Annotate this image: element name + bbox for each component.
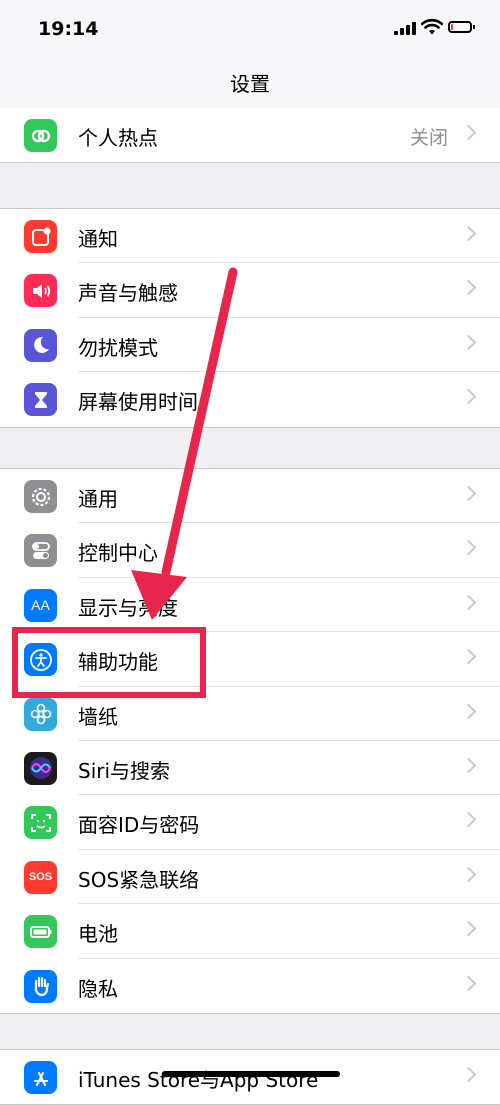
page-title: 设置 <box>230 72 270 96</box>
siri-icon <box>24 751 57 785</box>
settings-row[interactable]: AA 显示与亮度 <box>0 578 500 633</box>
settings-row[interactable]: 隐私 <box>0 959 500 1013</box>
settings-group: 通用控制中心 AA 显示与亮度辅助功能墙纸 Siri与搜索面容ID与密码 SOS SOS紧… <box>0 468 500 1014</box>
settings-row-label: SOS紧急联络 <box>78 867 200 892</box>
chevron-right-icon <box>460 648 477 665</box>
settings-row-label: 屏幕使用时间 <box>78 390 198 415</box>
chevron-right-icon <box>460 540 477 556</box>
settings-row[interactable]: 电池 <box>0 904 500 959</box>
toggles-icon <box>24 534 57 568</box>
settings-row-label: 个人热点 <box>78 126 158 150</box>
settings-group: 通知声音与触感勿扰模式屏幕使用时间 <box>0 208 500 428</box>
notifications-icon <box>24 220 57 253</box>
settings-row[interactable]: 面容ID与密码 <box>0 795 500 850</box>
chevron-right-icon <box>460 485 477 502</box>
settings-row[interactable]: 屏幕使用时间 <box>0 372 500 426</box>
status-time: 19:14 <box>38 18 99 40</box>
settings-row[interactable]: Siri与搜索 <box>0 741 500 796</box>
settings-row-label: 面容ID与密码 <box>78 813 200 838</box>
chevron-right-icon <box>460 280 477 296</box>
icon-glyph: SOS <box>28 871 53 884</box>
settings-row[interactable]: 墙纸 <box>0 687 500 741</box>
accessibility-icon <box>24 643 57 677</box>
settings-row-label: Siri与搜索 <box>78 758 171 783</box>
hand-icon <box>24 969 57 1003</box>
settings-row[interactable]: 通用 <box>0 469 500 524</box>
app-store-icon <box>24 1061 57 1094</box>
chevron-right-icon <box>460 225 477 242</box>
chevron-right-icon <box>460 866 477 883</box>
settings-group: 个人热点 关闭 <box>0 108 500 164</box>
settings-row[interactable]: 辅助功能 <box>0 632 500 687</box>
settings-row-label: 通用 <box>78 487 118 511</box>
settings-row[interactable]: iTunes Store与App Store <box>0 1050 500 1104</box>
hourglass-icon <box>24 383 57 417</box>
settings-row-value: 关闭 <box>409 127 448 149</box>
settings-group: iTunes Store与App Store <box>0 1049 500 1105</box>
moon-icon <box>24 328 57 362</box>
settings-row-label: 墙纸 <box>78 704 118 729</box>
text-size-icon: AA <box>24 588 57 622</box>
settings-row-label: 电池 <box>78 922 118 947</box>
settings-row[interactable]: 声音与触感 <box>0 263 500 318</box>
settings-row-label: 声音与触感 <box>78 281 178 306</box>
sos-icon: SOS <box>24 860 57 894</box>
speaker-icon <box>24 274 57 308</box>
battery-icon <box>24 915 57 949</box>
settings-row[interactable]: 勿扰模式 <box>0 318 500 373</box>
chevron-right-icon <box>460 334 477 351</box>
settings-row[interactable]: SOS SOS紧急联络 <box>0 850 500 905</box>
hotspot-icon <box>24 119 57 152</box>
settings-row-label: 通知 <box>78 227 118 251</box>
chevron-right-icon <box>460 703 477 719</box>
face-id-icon <box>24 806 57 840</box>
settings-row-label: 显示与亮度 <box>78 595 178 620</box>
settings-row-label: 辅助功能 <box>78 650 158 675</box>
settings-row-label: 勿扰模式 <box>78 335 158 360</box>
settings-row-label: iTunes Store与App Store <box>78 1068 319 1092</box>
battery-status-icon <box>448 21 475 33</box>
chevron-right-icon <box>460 757 477 774</box>
chevron-right-icon <box>460 388 477 405</box>
settings-row-label: 控制中心 <box>78 541 158 566</box>
chevron-right-icon <box>460 975 477 991</box>
chevron-right-icon <box>460 124 477 141</box>
settings-row[interactable]: 控制中心 <box>0 523 500 578</box>
cellular-signal-icon <box>394 22 416 35</box>
flower-icon <box>24 697 57 731</box>
status-bar: 19:14 <box>0 0 500 58</box>
settings-row[interactable]: 个人热点 关闭 <box>0 108 500 162</box>
settings-row[interactable]: 通知 <box>0 209 500 264</box>
chevron-right-icon <box>460 920 477 937</box>
chevron-right-icon <box>460 594 477 611</box>
chevron-right-icon <box>460 1066 477 1083</box>
wifi-icon <box>421 18 443 35</box>
home-indicator[interactable] <box>162 1071 340 1077</box>
chevron-right-icon <box>460 812 477 828</box>
gear-icon <box>24 480 57 513</box>
settings-row-label: 隐私 <box>78 976 118 1001</box>
navigation-bar: 设置 <box>0 58 500 109</box>
